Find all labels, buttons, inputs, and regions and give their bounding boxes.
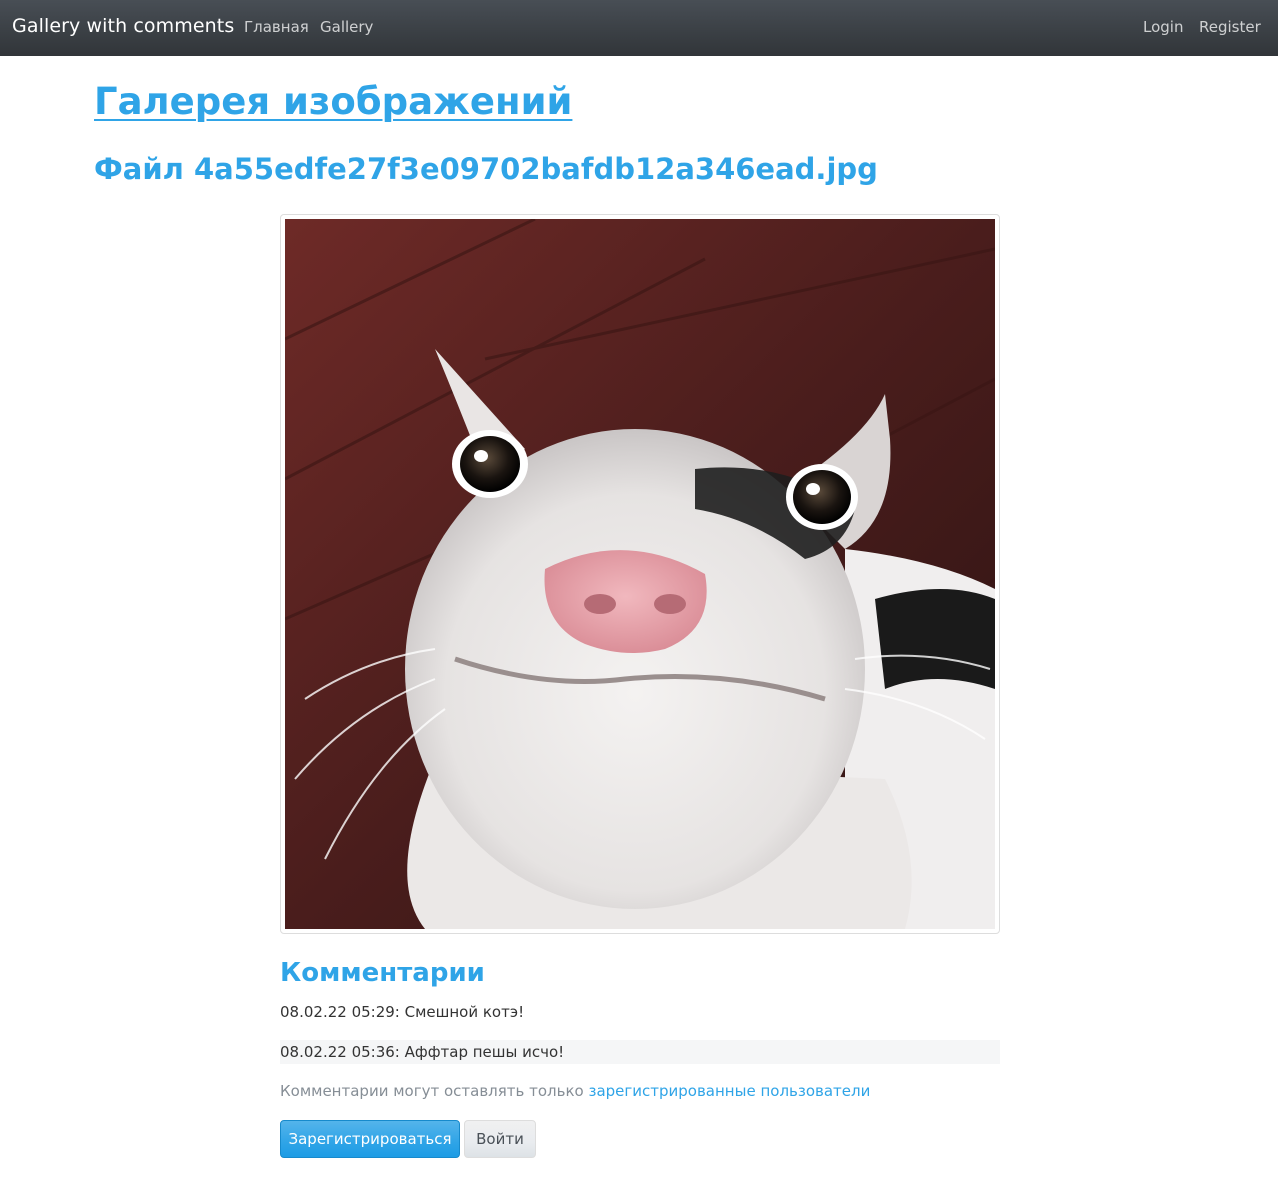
registered-users-link[interactable]: зарегистрированные пользователи: [588, 1082, 870, 1100]
login-button[interactable]: Войти: [464, 1120, 536, 1158]
comments-title: Комментарии: [280, 958, 485, 988]
comment-item: 08.02.22 05:29: Смешной котэ!: [280, 1003, 525, 1021]
top-navbar: Gallery with comments Главная Gallery Lo…: [0, 0, 1278, 56]
nav-link-register[interactable]: Register: [1199, 18, 1261, 36]
nav-link-home[interactable]: Главная: [244, 18, 309, 36]
comment-item: 08.02.22 05:36: Аффтар пешы исчо!: [280, 1040, 1000, 1064]
comment-notice: Комментарии могут оставлять только зарег…: [280, 1082, 870, 1100]
cat-photo-icon: [285, 219, 995, 929]
image-frame: [280, 214, 1000, 934]
brand-link[interactable]: Gallery with comments: [12, 15, 234, 37]
register-button[interactable]: Зарегистрироваться: [280, 1120, 460, 1158]
page-title[interactable]: Галерея изображений: [94, 80, 572, 123]
notice-text: Комментарии могут оставлять только: [280, 1082, 589, 1100]
nav-link-login[interactable]: Login: [1143, 18, 1183, 36]
nav-link-gallery[interactable]: Gallery: [320, 18, 373, 36]
file-title: Файл 4a55edfe27f3e09702bafdb12a346ead.jp…: [94, 152, 878, 186]
